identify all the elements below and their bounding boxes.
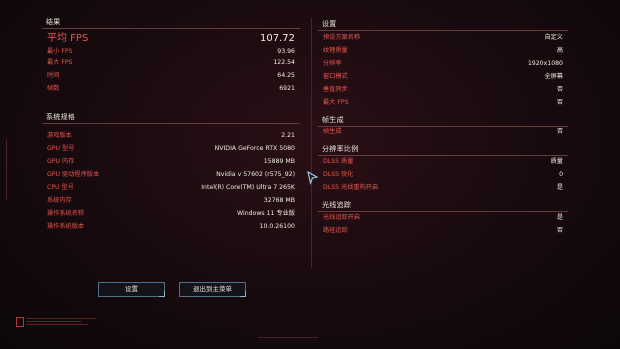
setting-value: 自定义 [544, 34, 563, 41]
scaling-label: DLSS 质量 [323, 158, 354, 165]
spec-value: Nvidia v 57602 (r575_92) [216, 171, 295, 178]
spec-row: 操作系统名称 Windows 11 专业版 [42, 208, 300, 219]
spec-row: GPU 驱动程序版本 Nvidia v 57602 (r575_92) [42, 169, 300, 180]
spec-row: GPU 内存 15889 MB [42, 156, 300, 167]
setting-row: 最大 FPS 否 [318, 96, 568, 109]
bottom-center-rule [258, 337, 318, 338]
scaling-value: 质量 [550, 158, 563, 165]
ray-tracing-row: 光线追踪开启 是 [318, 211, 568, 224]
fine-print-lines [26, 318, 96, 325]
ray-tracing-label: 光线追踪开启 [323, 214, 361, 221]
setting-value: 高 [556, 47, 563, 54]
scaling-row: DLSS 锐化 0 [318, 168, 568, 181]
spec-value: Windows 11 专业版 [237, 210, 295, 217]
spec-row: GPU 型号 NVIDIA GeForce RTX 5080 [42, 143, 300, 154]
result-label: 最小 FPS [47, 48, 73, 55]
spec-label: GPU 型号 [47, 145, 75, 152]
results-panel: 结果 平均 FPS 107.72 最小 FPS 93.96 最大 FPS 122.5… [42, 17, 300, 94]
result-row: 时间 64.25 [42, 70, 300, 81]
left-edge-marks [6, 140, 11, 200]
setting-value: 全屏幕 [544, 73, 563, 80]
setting-label: 窗口模式 [323, 73, 348, 80]
spec-value: 10.0.26100 [259, 223, 295, 230]
spec-label: 操作系统名称 [47, 210, 85, 217]
result-label: 帧数 [47, 85, 60, 92]
scaling-value: 0 [559, 171, 563, 178]
spec-row: 游戏版本 2.21 [42, 130, 300, 141]
result-label: 时间 [47, 72, 60, 79]
result-label: 最大 FPS [47, 59, 73, 66]
frame-gen-row: 帧生成 否 [318, 126, 568, 137]
setting-label: 分辨率 [323, 60, 342, 67]
resolution-scaling-title: 分辨率比例 [322, 145, 359, 153]
system-specs-title: 系统规格 [46, 113, 76, 121]
resolution-scaling-panel: 分辨率比例 DLSS 质量 质量 DLSS 锐化 0 DLSS 光线重构开启 是 [318, 144, 568, 194]
setting-value: 否 [556, 86, 563, 93]
cursor-icon [307, 171, 319, 185]
result-row: 最大 FPS 122.54 [42, 57, 300, 68]
settings-button[interactable]: 设置 [98, 282, 165, 297]
ray-tracing-label: 路径追踪 [323, 227, 348, 234]
spec-row: CPU 型号 Intel(R) Core(TM) Ultra 7 265K [42, 182, 300, 193]
setting-row: 垂直同步 否 [318, 83, 568, 96]
result-value: 122.54 [273, 59, 295, 66]
spec-value: Intel(R) Core(TM) Ultra 7 265K [201, 184, 295, 191]
scaling-row: DLSS 质量 质量 [318, 155, 568, 168]
spec-label: GPU 内存 [47, 158, 75, 165]
ray-tracing-panel: 光线追踪 光线追踪开启 是 路径追踪 否 [318, 200, 568, 237]
spec-label: 操作系统版本 [47, 223, 85, 230]
scaling-label: DLSS 锐化 [323, 171, 354, 178]
system-specs-panel: 系统规格 游戏版本 2.21 GPU 型号 NVIDIA GeForce RTX 5… [42, 112, 300, 232]
result-row: 帧数 6921 [42, 83, 300, 94]
setting-label: 预设方案名称 [323, 34, 361, 41]
spec-label: GPU 驱动程序版本 [47, 171, 100, 178]
frame-gen-value: 否 [556, 128, 563, 135]
setting-value: 否 [556, 99, 563, 106]
scaling-label: DLSS 光线重构开启 [323, 184, 379, 191]
frame-gen-panel: 帧生成 帧生成否 [318, 115, 568, 137]
scaling-value: 是 [556, 184, 563, 191]
exit-to-main-menu-button[interactable]: 退出到主菜单 [179, 282, 246, 297]
result-value: 64.25 [277, 72, 295, 79]
spec-row: 系统内存 32768 MB [42, 195, 300, 206]
setting-label: 纹理质量 [323, 47, 348, 54]
spec-value: NVIDIA GeForce RTX 5080 [214, 145, 295, 152]
avg-fps-row: 平均 FPS 107.72 [42, 32, 300, 46]
setting-label: 垂直同步 [323, 86, 348, 93]
scaling-row: DLSS 光线重构开启 是 [318, 181, 568, 194]
frame-gen-title: 帧生成 [322, 116, 344, 124]
ray-tracing-title: 光线追踪 [322, 201, 352, 209]
spec-row: 操作系统版本 10.0.26100 [42, 221, 300, 232]
setting-row: 纹理质量 高 [318, 44, 568, 57]
setting-label: 最大 FPS [323, 99, 349, 106]
frame-gen-label: 帧生成 [323, 128, 342, 135]
setting-row: 分辨率 1920x1080 [318, 57, 568, 70]
corner-badge-icon [16, 317, 24, 327]
spec-value: 32768 MB [263, 197, 295, 204]
spec-value: 2.21 [281, 132, 295, 139]
avg-fps-value: 107.72 [260, 33, 295, 44]
spec-value: 15889 MB [263, 158, 295, 165]
setting-row: 预设方案名称 自定义 [318, 31, 568, 44]
result-row: 最小 FPS 93.96 [42, 46, 300, 57]
ray-tracing-row: 路径追踪 否 [318, 224, 568, 237]
setting-value: 1920x1080 [527, 60, 563, 67]
center-divider [311, 18, 312, 268]
spec-label: CPU 型号 [47, 184, 74, 191]
spec-label: 系统内存 [47, 197, 72, 204]
spec-label: 游戏版本 [47, 132, 72, 139]
ray-tracing-value: 是 [556, 214, 563, 221]
results-title: 结果 [46, 18, 61, 26]
result-value: 93.96 [277, 48, 295, 55]
settings-panel: 设置 预设方案名称 自定义 纹理质量高 分辨率 1920x1080 窗口模式 全屏幕 … [318, 19, 568, 109]
settings-title: 设置 [322, 20, 337, 28]
setting-row: 窗口模式 全屏幕 [318, 70, 568, 83]
ray-tracing-value: 否 [556, 227, 563, 234]
result-value: 6921 [279, 85, 295, 92]
avg-fps-label: 平均 FPS [47, 33, 89, 44]
